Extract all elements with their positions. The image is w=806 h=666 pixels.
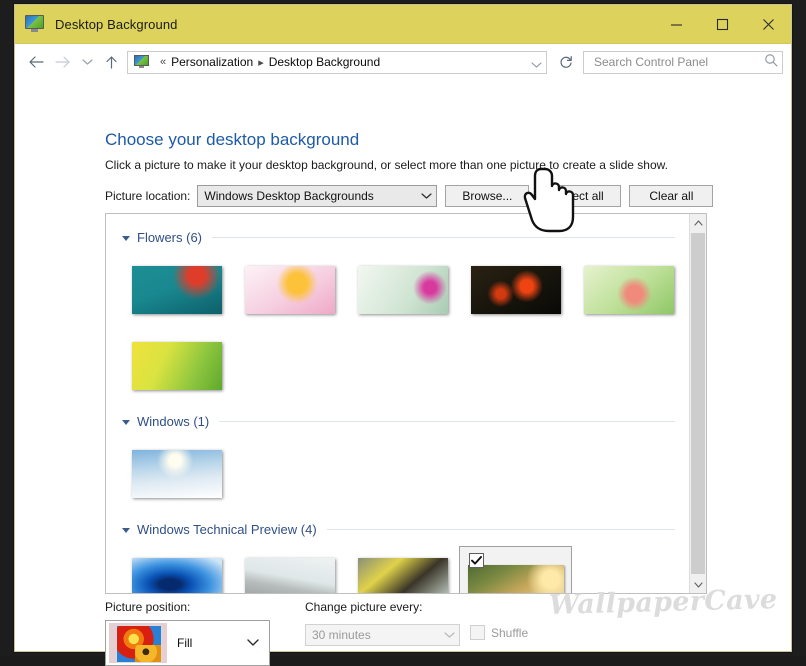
- vertical-scrollbar[interactable]: [689, 214, 706, 593]
- group-header[interactable]: Windows (1): [106, 410, 689, 432]
- main-content: Choose your desktop background Click a p…: [15, 80, 791, 653]
- wallpaper-thumbnail[interactable]: [120, 254, 233, 326]
- wallpaper-groups: Flowers (6) Windows (1) Windows Technical …: [106, 214, 689, 593]
- forward-button[interactable]: [49, 50, 75, 74]
- shuffle-label: Shuffle: [491, 626, 528, 640]
- close-button[interactable]: [745, 5, 791, 43]
- wallpaper-thumbnail[interactable]: [120, 438, 233, 510]
- flower-thumbnail-icon: [109, 623, 167, 663]
- up-button[interactable]: [99, 50, 123, 74]
- select-all-button[interactable]: Select all: [537, 185, 621, 207]
- desktop-background: Desktop Background: [0, 0, 806, 656]
- shuffle-checkbox[interactable]: Shuffle: [470, 625, 528, 640]
- wallpaper-thumbnail[interactable]: [120, 546, 233, 594]
- change-picture-interval-select[interactable]: 30 minutes: [305, 624, 460, 646]
- thumbnail-grid: [106, 540, 689, 594]
- picture-location-label: Picture location:: [105, 189, 190, 203]
- wallpaper-thumbnail[interactable]: [233, 546, 346, 594]
- group-header[interactable]: Windows Technical Preview (4): [106, 518, 689, 540]
- scroll-up-button[interactable]: [690, 214, 706, 231]
- wallpaper-image: [245, 266, 335, 314]
- wallpaper-image: [584, 266, 674, 314]
- chevron-down-icon: [421, 187, 432, 205]
- address-bar: « Personalization ▸ Desktop Background: [15, 44, 791, 80]
- search-box[interactable]: [583, 51, 783, 74]
- wallpaper-image: [358, 558, 448, 594]
- breadcrumb[interactable]: « Personalization ▸ Desktop Background: [127, 51, 547, 74]
- back-button[interactable]: [23, 50, 49, 74]
- wallpaper-thumbnail[interactable]: [346, 546, 459, 594]
- browse-button[interactable]: Browse...: [445, 185, 529, 207]
- group-header[interactable]: Flowers (6): [106, 226, 689, 248]
- wallpaper-image: [471, 266, 561, 314]
- search-icon[interactable]: [764, 53, 778, 72]
- wallpaper-thumbnail[interactable]: [120, 330, 233, 402]
- minimize-button[interactable]: [653, 5, 699, 43]
- picture-location-value: Windows Desktop Backgrounds: [204, 189, 421, 203]
- picture-position-label: Picture position:: [105, 600, 190, 614]
- group-divider: [219, 421, 675, 422]
- page-subtitle: Click a picture to make it your desktop …: [105, 158, 668, 172]
- group-divider: [212, 237, 675, 238]
- breadcrumb-dropdown-icon[interactable]: [531, 56, 542, 74]
- wallpaper-image: [358, 266, 448, 314]
- page-title: Choose your desktop background: [105, 130, 359, 150]
- chevron-down-icon: [247, 634, 259, 652]
- change-picture-interval-value: 30 minutes: [312, 628, 444, 642]
- wallpaper-thumbnail[interactable]: [459, 254, 572, 326]
- wallpaper-image: [132, 266, 222, 314]
- collapse-triangle-icon[interactable]: [122, 236, 130, 241]
- watermark: WallpaperCave: [548, 584, 777, 621]
- wallpaper-thumbnail[interactable]: [459, 546, 572, 594]
- wallpaper-image: [132, 558, 222, 594]
- search-input[interactable]: [592, 54, 764, 70]
- wallpaper-image: [132, 450, 222, 498]
- wallpaper-image: [245, 558, 335, 594]
- thumbnail-grid: [106, 248, 689, 406]
- wallpaper-thumbnail[interactable]: [233, 254, 346, 326]
- wallpaper-image: [132, 342, 222, 390]
- breadcrumb-separator: ▸: [258, 56, 264, 69]
- picture-position-value: Fill: [177, 636, 247, 650]
- display-monitor-icon: [25, 15, 45, 33]
- control-panel-window: Desktop Background: [14, 4, 792, 652]
- group-title: Flowers (6): [137, 230, 202, 245]
- breadcrumb-monitor-icon: [134, 55, 150, 70]
- picture-position-select[interactable]: Fill: [105, 620, 270, 666]
- window-title: Desktop Background: [55, 17, 177, 32]
- thumbnail-grid: [106, 432, 689, 514]
- group-title: Windows Technical Preview (4): [137, 522, 317, 537]
- breadcrumb-overflow[interactable]: «: [160, 56, 166, 68]
- picture-location-row: Picture location: Windows Desktop Backgr…: [105, 185, 713, 207]
- wallpaper-thumbnail[interactable]: [572, 254, 685, 326]
- breadcrumb-item-desktop-background[interactable]: Desktop Background: [269, 55, 380, 69]
- window-controls: [653, 5, 791, 43]
- breadcrumb-item-personalization[interactable]: Personalization: [171, 55, 253, 69]
- chevron-down-icon: [444, 626, 455, 644]
- shuffle-checkbox-box[interactable]: [470, 625, 485, 640]
- wallpaper-thumbnail[interactable]: [346, 254, 459, 326]
- scrollbar-thumb[interactable]: [691, 233, 705, 574]
- picture-location-select[interactable]: Windows Desktop Backgrounds: [197, 185, 437, 207]
- refresh-button[interactable]: [553, 50, 579, 75]
- clear-all-button[interactable]: Clear all: [629, 185, 713, 207]
- group-divider: [327, 529, 675, 530]
- recent-locations-button[interactable]: [75, 50, 99, 74]
- maximize-button[interactable]: [699, 5, 745, 43]
- change-picture-label: Change picture every:: [305, 600, 422, 614]
- collapse-triangle-icon[interactable]: [122, 528, 130, 533]
- wallpaper-checkbox[interactable]: [469, 553, 484, 568]
- group-title: Windows (1): [137, 414, 209, 429]
- collapse-triangle-icon[interactable]: [122, 420, 130, 425]
- title-bar: Desktop Background: [15, 5, 791, 44]
- wallpaper-list-pane: Flowers (6) Windows (1) Windows Technical …: [105, 213, 707, 594]
